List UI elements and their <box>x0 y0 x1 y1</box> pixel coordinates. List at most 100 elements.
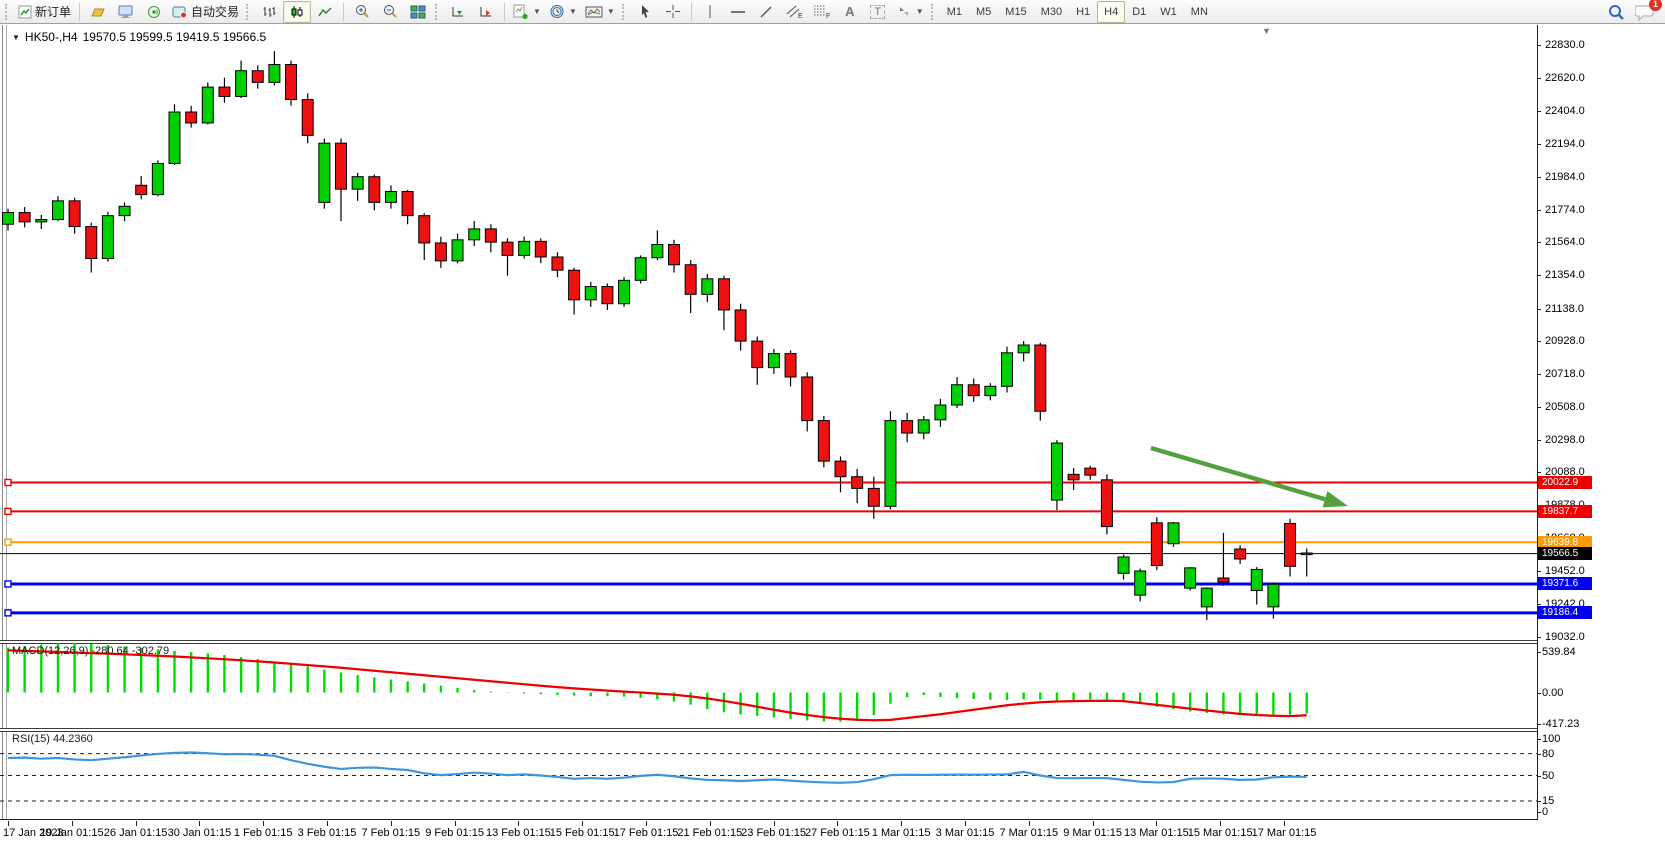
timeframe-button-m5[interactable]: M5 <box>969 1 998 23</box>
arrows-tool-button[interactable]: ▼ <box>892 1 928 23</box>
price-axis-tick <box>1537 309 1541 310</box>
equidistant-channel-tool-button[interactable]: E <box>780 1 808 23</box>
time-axis-tick <box>327 821 328 826</box>
timeframe-button-d1[interactable]: D1 <box>1125 1 1153 23</box>
new-order-button[interactable]: 新订单 <box>14 1 75 23</box>
auto-trading-button[interactable]: 自动交易 <box>168 1 243 23</box>
candle-body <box>252 71 263 83</box>
auto-trading-icon <box>172 5 188 19</box>
candle-body <box>1151 523 1162 566</box>
text-tool-button[interactable]: A <box>836 1 864 23</box>
timeframe-button-h4[interactable]: H4 <box>1097 1 1125 23</box>
channel-icon: E <box>785 4 803 19</box>
timeframe-button-m30[interactable]: M30 <box>1034 1 1069 23</box>
line-anchor-handle[interactable] <box>5 610 11 616</box>
rsi-panel[interactable] <box>0 731 1537 819</box>
zoom-in-button[interactable] <box>348 1 376 23</box>
vertical-line-tool-button[interactable] <box>696 1 724 23</box>
signals-button[interactable] <box>140 1 168 23</box>
time-axis[interactable]: 17 Jan 202319 Jan 01:1526 Jan 01:1530 Ja… <box>0 819 1537 844</box>
timeframe-button-h1[interactable]: H1 <box>1069 1 1097 23</box>
rsi-axis-tick-label: 100 <box>1542 733 1560 745</box>
trendline-tool-button[interactable] <box>752 1 780 23</box>
terminal-button[interactable] <box>112 1 140 23</box>
candle-body <box>352 177 363 189</box>
candle-body <box>1085 468 1096 475</box>
notification-badge: 1 <box>1649 0 1662 11</box>
templates-button[interactable]: ▼ <box>581 1 619 23</box>
indicators-button[interactable]: ▼ <box>509 1 545 23</box>
market-watch-button[interactable] <box>84 1 112 23</box>
line-anchor-handle[interactable] <box>5 539 11 545</box>
vertical-line-icon <box>705 4 715 19</box>
toolbar-drag-handle[interactable] <box>622 4 628 20</box>
time-axis-tick <box>1029 821 1030 826</box>
candle-body <box>219 87 230 96</box>
periods-button[interactable]: ▼ <box>545 1 581 23</box>
price-chart[interactable] <box>0 25 1537 640</box>
trend-arrow-head[interactable] <box>1323 491 1348 507</box>
level-price-label: 19837.7 <box>1538 505 1592 518</box>
candle-body <box>1218 578 1229 582</box>
candle-body <box>452 240 463 261</box>
timeframe-button-m15[interactable]: M15 <box>998 1 1033 23</box>
zoom-out-button[interactable] <box>376 1 404 23</box>
timeframe-button-w1[interactable]: W1 <box>1153 1 1184 23</box>
candle-body <box>952 385 963 405</box>
candle-body <box>136 185 147 194</box>
candle-body <box>3 213 14 225</box>
candle-body <box>702 279 713 295</box>
candle-body <box>852 477 863 489</box>
toolbar-drag-handle[interactable] <box>5 4 11 20</box>
toolbar-drag-handle[interactable] <box>931 4 937 20</box>
chevron-down-icon: ▼ <box>569 7 577 16</box>
time-axis-tick <box>8 821 9 826</box>
rsi-value: 44.2360 <box>53 733 93 745</box>
chart-shift-button[interactable] <box>472 1 500 23</box>
candle-body <box>968 385 979 396</box>
candle-body <box>52 201 63 220</box>
horizontal-line-tool-button[interactable] <box>724 1 752 23</box>
timeframe-button-mn[interactable]: MN <box>1184 1 1215 23</box>
bar-chart-button[interactable] <box>255 1 283 23</box>
line-chart-button[interactable] <box>311 1 339 23</box>
fibonacci-tool-button[interactable]: F <box>808 1 836 23</box>
add-indicator-icon <box>513 4 529 19</box>
text-label-tool-button[interactable]: T <box>864 1 892 23</box>
time-axis-tick <box>1156 821 1157 826</box>
price-axis-tick-label: 21138.0 <box>1545 303 1584 315</box>
line-anchor-handle[interactable] <box>5 581 11 587</box>
toolbar-drag-handle[interactable] <box>246 4 252 20</box>
auto-scroll-button[interactable] <box>444 1 472 23</box>
toolbar-drag-handle[interactable] <box>435 4 441 20</box>
chevron-down-icon: ▼ <box>533 7 541 16</box>
trend-arrow-line[interactable] <box>1151 448 1325 499</box>
crosshair-tool-button[interactable] <box>659 1 687 23</box>
price-axis-tick-label: 21564.0 <box>1545 236 1585 248</box>
price-axis-tick-label: 20298.0 <box>1545 434 1585 446</box>
tile-windows-button[interactable] <box>404 1 432 23</box>
search-icon[interactable] <box>1607 3 1625 21</box>
timeframe-button-m1[interactable]: M1 <box>940 1 969 23</box>
macd-panel[interactable] <box>0 643 1537 728</box>
candlestick-chart-button[interactable] <box>283 1 311 23</box>
line-anchor-handle[interactable] <box>5 508 11 514</box>
price-axis-tick-label: 20508.0 <box>1545 401 1585 413</box>
time-axis-tick <box>391 821 392 826</box>
price-axis-tick-label: 22830.0 <box>1545 39 1585 51</box>
candle-body <box>1051 443 1062 500</box>
line-anchor-handle[interactable] <box>5 479 11 485</box>
rsi-axis-tick-label: 50 <box>1542 770 1554 782</box>
cursor-tool-button[interactable] <box>631 1 659 23</box>
candlestick-icon <box>289 5 305 19</box>
time-axis-tick <box>136 821 137 826</box>
macd-axis-tick <box>1537 652 1541 653</box>
candle-body <box>102 216 113 259</box>
notifications-button[interactable]: 1 <box>1635 3 1655 21</box>
rsi-axis-tick <box>1537 801 1541 802</box>
candle-body <box>519 241 530 255</box>
line-chart-icon <box>317 5 333 19</box>
candle-body <box>652 244 663 257</box>
candle-body <box>485 229 496 242</box>
price-axis-tick <box>1537 275 1541 276</box>
